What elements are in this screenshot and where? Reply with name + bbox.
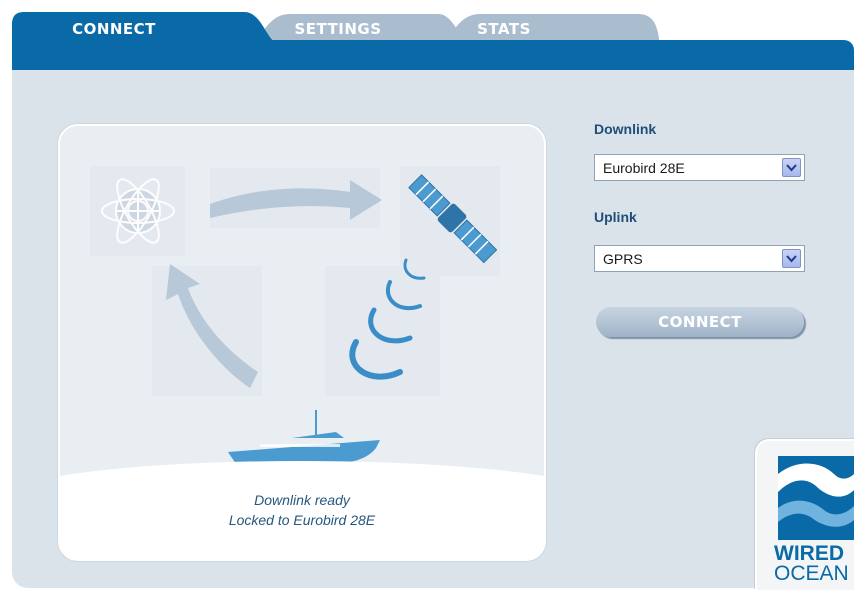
uplink-label: Uplink [594,209,637,225]
tab-stats-label: STATS [477,20,531,38]
chevron-down-icon [786,255,797,263]
app-window: STATS SETTINGS CONNECT Downlink ready Lo… [12,12,854,590]
header-bar [12,40,854,70]
uplink-dropdown-button[interactable] [782,249,801,268]
uplink-select-value: GPRS [603,251,643,267]
downlink-dropdown-button[interactable] [782,158,801,177]
connection-diagram-card: Downlink ready Locked to Eurobird 28E [58,124,546,561]
ship-icon [228,410,380,464]
connect-button[interactable]: CONNECT [596,307,804,337]
downlink-label: Downlink [594,121,657,137]
wired-ocean-logo-icon [778,456,854,540]
status-line-2: Locked to Eurobird 28E [228,512,376,528]
logo-text-ocean: OCEAN [774,562,849,585]
sea-ground [60,461,544,559]
tab-settings-label: SETTINGS [294,20,382,38]
downlink-select[interactable]: Eurobird 28E [594,154,805,181]
tab-connect-label: CONNECT [72,20,156,38]
uplink-select[interactable]: GPRS [594,245,805,272]
logo-text-wired: WIRED [774,542,844,565]
status-line-1: Downlink ready [254,492,350,508]
chevron-down-icon [786,164,797,172]
downlink-select-value: Eurobird 28E [603,160,685,176]
